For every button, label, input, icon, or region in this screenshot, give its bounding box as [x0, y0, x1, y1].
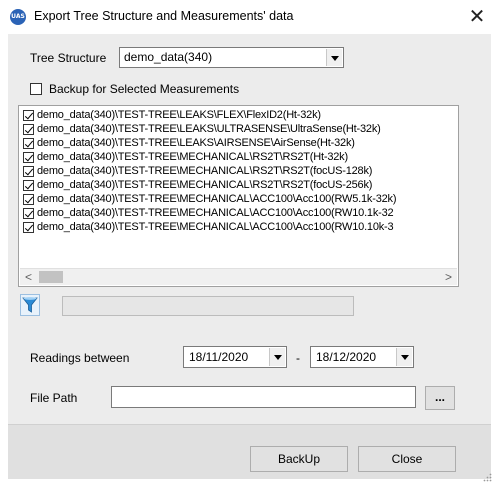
readings-between-label: Readings between: [30, 351, 130, 365]
app-logo-icon: UAS: [10, 9, 26, 25]
title-bar: UAS Export Tree Structure and Measuremen…: [0, 0, 498, 34]
dropdown-button[interactable]: [326, 49, 342, 66]
item-checkbox[interactable]: [23, 166, 34, 177]
list-item-label: demo_data(340)\TEST-TREE\MECHANICAL\ACC1…: [37, 207, 394, 219]
horizontal-scrollbar[interactable]: < >: [20, 268, 457, 285]
chevron-down-icon: [401, 355, 409, 360]
progress-bar: [62, 296, 354, 316]
browse-button[interactable]: ...: [425, 386, 455, 410]
scroll-left-icon[interactable]: <: [20, 269, 37, 285]
from-date-value: 18/11/2020: [189, 350, 249, 364]
from-date-picker[interactable]: 18/11/2020: [183, 346, 287, 368]
list-item-label: demo_data(340)\TEST-TREE\LEAKS\ULTRASENS…: [37, 123, 381, 135]
file-path-label: File Path: [30, 391, 78, 405]
list-item-label: demo_data(340)\TEST-TREE\MECHANICAL\ACC1…: [37, 221, 394, 233]
tree-structure-value: demo_data(340): [124, 50, 213, 64]
list-item-label: demo_data(340)\TEST-TREE\MECHANICAL\ACC1…: [37, 193, 397, 205]
item-checkbox[interactable]: [23, 208, 34, 219]
list-item-label: demo_data(340)\TEST-TREE\MECHANICAL\RS2T…: [37, 165, 373, 177]
list-item[interactable]: demo_data(340)\TEST-TREE\MECHANICAL\RS2T…: [23, 151, 348, 164]
item-checkbox[interactable]: [23, 124, 34, 135]
item-checkbox[interactable]: [23, 194, 34, 205]
list-item[interactable]: demo_data(340)\TEST-TREE\MECHANICAL\ACC1…: [23, 207, 394, 220]
item-checkbox[interactable]: [23, 180, 34, 191]
list-item[interactable]: demo_data(340)\TEST-TREE\LEAKS\ULTRASENS…: [23, 123, 381, 136]
scroll-thumb[interactable]: [39, 271, 63, 283]
close-icon[interactable]: ✕: [466, 4, 488, 28]
item-checkbox[interactable]: [23, 138, 34, 149]
tree-structure-label: Tree Structure: [30, 51, 107, 65]
backup-button[interactable]: BackUp: [250, 446, 348, 472]
item-checkbox[interactable]: [23, 222, 34, 233]
window-title: Export Tree Structure and Measurements' …: [34, 9, 294, 23]
date-separator: -: [296, 351, 300, 365]
calendar-dropdown-button[interactable]: [396, 348, 412, 366]
measurements-list[interactable]: demo_data(340)\TEST-TREE\LEAKS\FLEX\Flex…: [18, 105, 459, 287]
list-item-label: demo_data(340)\TEST-TREE\MECHANICAL\RS2T…: [37, 179, 373, 191]
backup-selected-label: Backup for Selected Measurements: [49, 82, 240, 96]
list-item[interactable]: demo_data(340)\TEST-TREE\MECHANICAL\ACC1…: [23, 221, 394, 234]
scroll-right-icon[interactable]: >: [440, 269, 457, 285]
tree-structure-dropdown[interactable]: demo_data(340): [119, 47, 344, 68]
filter-icon[interactable]: [20, 294, 40, 316]
file-path-input[interactable]: [111, 386, 416, 408]
calendar-dropdown-button[interactable]: [269, 348, 285, 366]
list-item[interactable]: demo_data(340)\TEST-TREE\MECHANICAL\RS2T…: [23, 179, 372, 192]
to-date-picker[interactable]: 18/12/2020: [310, 346, 414, 368]
list-item[interactable]: demo_data(340)\TEST-TREE\MECHANICAL\RS2T…: [23, 165, 372, 178]
chevron-down-icon: [274, 355, 282, 360]
chevron-down-icon: [331, 55, 339, 61]
list-item[interactable]: demo_data(340)\TEST-TREE\MECHANICAL\ACC1…: [23, 193, 396, 206]
item-checkbox[interactable]: [23, 152, 34, 163]
backup-selected-checkbox[interactable]: [30, 83, 42, 95]
item-checkbox[interactable]: [23, 110, 34, 121]
list-item-label: demo_data(340)\TEST-TREE\LEAKS\AIRSENSE\…: [37, 137, 355, 149]
list-item-label: demo_data(340)\TEST-TREE\MECHANICAL\RS2T…: [37, 151, 348, 163]
list-item-label: demo_data(340)\TEST-TREE\LEAKS\FLEX\Flex…: [37, 109, 321, 121]
close-button[interactable]: Close: [358, 446, 456, 472]
list-item[interactable]: demo_data(340)\TEST-TREE\LEAKS\AIRSENSE\…: [23, 137, 355, 150]
list-item[interactable]: demo_data(340)\TEST-TREE\LEAKS\FLEX\Flex…: [23, 109, 321, 122]
to-date-value: 18/12/2020: [316, 350, 377, 364]
resize-grip-icon[interactable]: [482, 471, 492, 482]
